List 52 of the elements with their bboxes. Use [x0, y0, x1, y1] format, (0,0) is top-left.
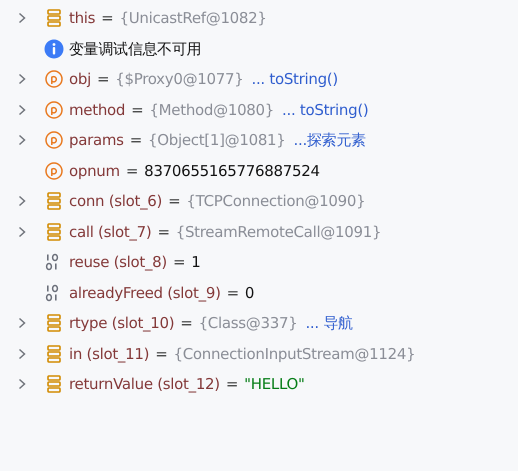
- value-link[interactable]: ... toString(): [252, 68, 338, 90]
- variable-name: rtype (slot_10): [69, 313, 174, 334]
- parameter-icon: [45, 70, 63, 88]
- stack-icon: [46, 344, 62, 363]
- variable-value: 0: [244, 282, 254, 304]
- variable-name: reuse (slot_8): [69, 252, 167, 273]
- value-link[interactable]: ...探索元素: [294, 129, 366, 152]
- equals-sign: =: [226, 374, 238, 395]
- stack-icon: [46, 314, 62, 332]
- variable-value: "HELLO": [244, 374, 305, 395]
- variable-value: {UnicastRef@1082}: [119, 8, 267, 29]
- equals-sign: =: [180, 313, 193, 334]
- variable-name: obj: [69, 69, 91, 90]
- value-link[interactable]: ... 导航: [305, 312, 353, 334]
- variable-value: {$Proxy0@1077}: [115, 69, 244, 90]
- equals-sign: =: [101, 8, 114, 29]
- stack-icon: [46, 9, 62, 28]
- value-link[interactable]: ... toString(): [282, 98, 368, 121]
- variable-name: conn (slot_6): [69, 191, 162, 212]
- equals-sign: =: [226, 282, 239, 304]
- variable-value: 8370655165776887524: [144, 160, 320, 182]
- equals-sign: =: [131, 100, 144, 120]
- variable-name: this: [69, 8, 96, 29]
- variable-name: method: [69, 100, 126, 120]
- equals-sign: =: [155, 344, 168, 364]
- equals-sign: =: [96, 69, 110, 90]
- equals-sign: =: [157, 222, 170, 242]
- info-message: 变量调试信息不可用: [69, 38, 202, 60]
- variable-name: call (slot_7): [69, 222, 152, 242]
- info-icon: [44, 38, 64, 59]
- variable-name: in (slot_11): [69, 344, 150, 364]
- variable-name: alreadyFreed (slot_9): [69, 282, 221, 304]
- variable-value: {Method@1080}: [149, 100, 274, 120]
- variable-value: {Class@337}: [198, 313, 298, 334]
- parameter-icon: [45, 100, 63, 119]
- stack-icon: [46, 375, 62, 394]
- equals-sign: =: [172, 252, 186, 273]
- variable-value: {StreamRemoteCall@1091}: [176, 222, 382, 242]
- variable-name: params: [69, 130, 124, 151]
- stack-icon: [46, 222, 62, 241]
- parameter-icon: [45, 162, 63, 180]
- equals-sign: =: [168, 191, 180, 212]
- variable-name: opnum: [69, 160, 120, 182]
- variable-name: returnValue (slot_12): [69, 374, 220, 395]
- equals-sign: =: [130, 130, 142, 151]
- variable-value: 1: [191, 252, 201, 273]
- variable-value: {ConnectionInputStream@1124}: [173, 344, 416, 364]
- parameter-icon: [45, 131, 63, 150]
- stack-icon: [46, 192, 62, 210]
- variable-value: {TCPConnection@1090}: [186, 191, 366, 212]
- equals-sign: =: [126, 160, 138, 182]
- variable-value: {Object[1]@1081}: [148, 130, 286, 151]
